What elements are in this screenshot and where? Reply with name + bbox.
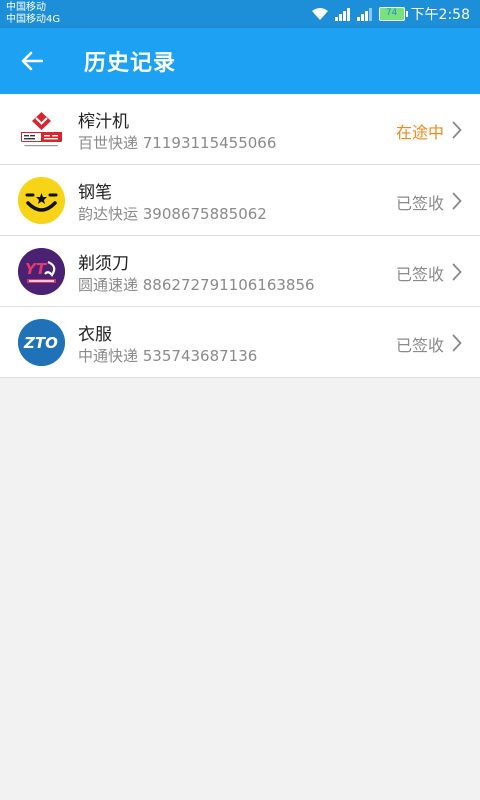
back-button[interactable] bbox=[0, 28, 64, 94]
status-indicators: 74 下午2:58 bbox=[311, 0, 470, 28]
chevron-right-icon bbox=[452, 334, 462, 352]
wifi-icon bbox=[311, 8, 328, 20]
chevron-right-icon bbox=[452, 263, 462, 281]
list-item[interactable]: 榨汁机 百世快递 71193115455066 在途中 bbox=[0, 94, 480, 165]
zto-logo: ZTO bbox=[18, 319, 65, 366]
arrow-left-icon bbox=[21, 51, 43, 71]
app-bar: 历史记录 bbox=[0, 28, 480, 94]
item-subtitle: 百世快递 71193115455066 bbox=[78, 134, 277, 152]
item-name: 钢笔 bbox=[78, 183, 112, 203]
svg-text:ZTO: ZTO bbox=[23, 334, 58, 352]
item-name: 衣服 bbox=[78, 325, 112, 345]
item-name: 剃须刀 bbox=[78, 254, 129, 274]
yto-logo: YT bbox=[18, 248, 65, 295]
best-express-logo bbox=[18, 106, 65, 153]
item-name: 榨汁机 bbox=[78, 112, 129, 132]
status-badge: 已签收 bbox=[395, 265, 444, 284]
status-bar: 中国移动 中国移动4G 74 下午2:58 bbox=[0, 0, 480, 28]
carrier-label-secondary: 中国移动4G bbox=[6, 14, 61, 25]
status-badge: 已签收 bbox=[395, 194, 444, 213]
page-title: 历史记录 bbox=[84, 51, 177, 76]
svg-text:YT: YT bbox=[25, 260, 48, 278]
status-badge: 在途中 bbox=[395, 123, 444, 142]
item-subtitle: 圆通速递 886272791106163856 bbox=[78, 276, 315, 294]
signal-4g-icon bbox=[356, 8, 372, 21]
chevron-right-icon bbox=[452, 121, 462, 139]
item-subtitle: 韵达快运 3908675885062 bbox=[78, 205, 267, 223]
carrier-label: 中国移动 bbox=[6, 2, 46, 13]
chevron-right-icon bbox=[452, 192, 462, 210]
list-item[interactable]: YT 剃须刀 圆通速递 886272791106163856 已签收 bbox=[0, 236, 480, 307]
battery-icon: 74 bbox=[378, 7, 408, 21]
clock: 下午2:58 bbox=[410, 7, 470, 23]
list-item[interactable]: 钢笔 韵达快运 3908675885062 已签收 bbox=[0, 165, 480, 236]
status-badge: 已签收 bbox=[395, 336, 444, 355]
signal-icon bbox=[334, 8, 350, 21]
item-subtitle: 中通快递 535743687136 bbox=[78, 347, 258, 365]
list-item[interactable]: ZTO 衣服 中通快递 535743687136 已签收 bbox=[0, 307, 480, 378]
history-list: 榨汁机 百世快递 71193115455066 在途中 钢笔 韵达快运 3908… bbox=[0, 94, 480, 378]
yunda-logo bbox=[18, 177, 65, 224]
